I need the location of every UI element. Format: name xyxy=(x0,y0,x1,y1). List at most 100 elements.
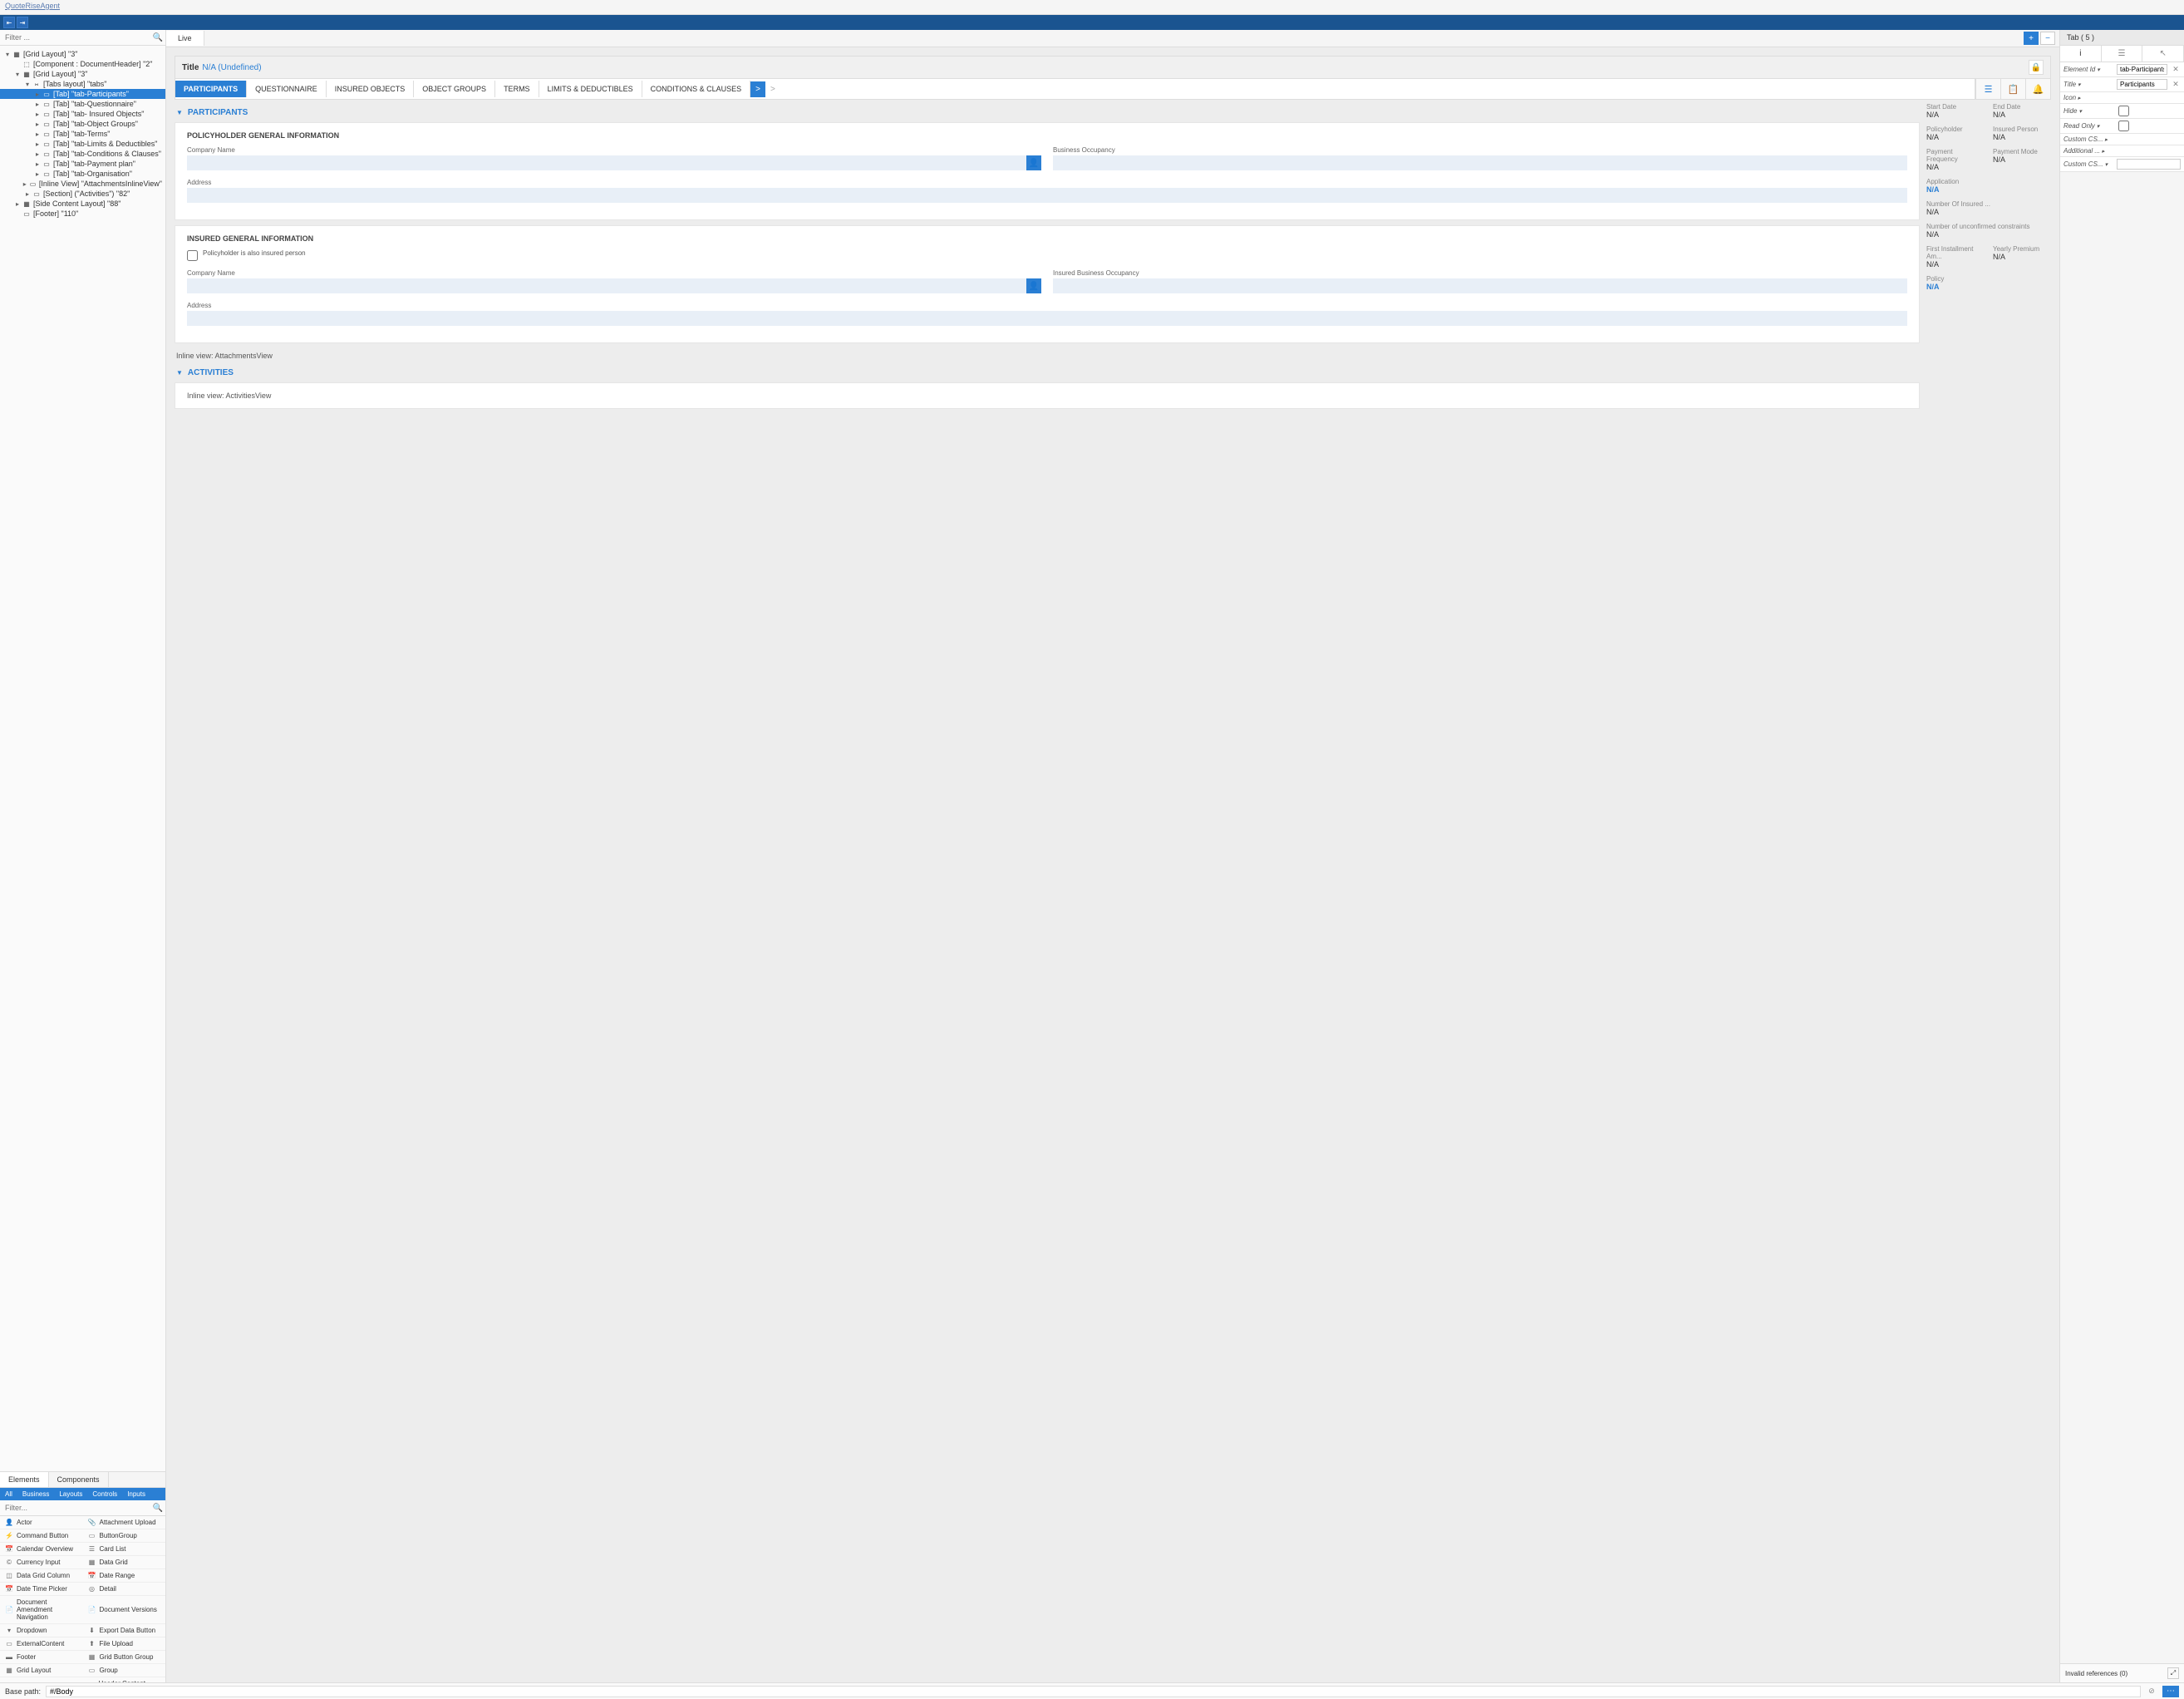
palette-item[interactable]: 📄Document Versions xyxy=(83,1596,166,1624)
tree-caret-icon[interactable]: ▸ xyxy=(33,111,42,118)
palette-item[interactable]: ▦Grid Button Group xyxy=(83,1651,166,1664)
tree-node[interactable]: ▾⑅[Tabs layout] "tabs" xyxy=(0,79,165,89)
person-picker-icon[interactable]: 👤 xyxy=(1026,155,1041,170)
application-value[interactable]: N/A xyxy=(1926,185,2051,194)
tree-node[interactable]: ▸▭[Tab] "tab-Object Groups" xyxy=(0,119,165,129)
doc-tab-conditions-clauses[interactable]: CONDITIONS & CLAUSES xyxy=(642,81,751,97)
palette-filter-input[interactable] xyxy=(2,1502,152,1514)
person-picker-icon[interactable]: 👤 xyxy=(1026,278,1041,293)
search-icon[interactable]: 🔍 xyxy=(152,32,164,43)
search-icon[interactable]: 🔍 xyxy=(152,1502,164,1514)
palette-item[interactable]: ◎Detail xyxy=(83,1583,166,1596)
clipboard-icon[interactable]: 📋 xyxy=(2000,79,2025,99)
palette-filter-layouts[interactable]: Layouts xyxy=(54,1488,87,1500)
insured-business-occupancy-input[interactable] xyxy=(1053,278,1907,293)
prop-custom-cs2-input[interactable] xyxy=(2117,159,2181,170)
palette-item[interactable]: ⬆File Upload xyxy=(83,1637,166,1651)
prop-hide-checkbox[interactable] xyxy=(2118,106,2129,116)
prop-readonly-checkbox[interactable] xyxy=(2118,121,2129,131)
tree-node[interactable]: ▸▭[Tab] "tab- Insured Objects" xyxy=(0,109,165,119)
palette-tab-elements[interactable]: Elements xyxy=(0,1472,49,1487)
tree-caret-icon[interactable]: ▾ xyxy=(23,81,32,88)
address-input[interactable] xyxy=(187,188,1907,203)
tree-node[interactable]: ▸▭[Tab] "tab-Terms" xyxy=(0,129,165,139)
company-name-input[interactable] xyxy=(187,155,1026,170)
palette-filter-inputs[interactable]: Inputs xyxy=(122,1488,150,1500)
palette-filter-business[interactable]: Business xyxy=(17,1488,54,1500)
palette-item[interactable]: ▦Data Grid xyxy=(83,1556,166,1569)
tree-node[interactable]: ▸▭[Tab] "tab-Participants" xyxy=(0,89,165,99)
tree-caret-icon[interactable]: ▸ xyxy=(33,140,42,148)
expand-icon[interactable]: ⤢ xyxy=(2167,1667,2179,1679)
remove-tab-button[interactable]: − xyxy=(2040,32,2055,45)
tree-node[interactable]: ▸▭[Tab] "tab-Questionnaire" xyxy=(0,99,165,109)
tree-caret-icon[interactable]: ▸ xyxy=(21,180,28,188)
tree-node[interactable]: ▸▭[Tab] "tab-Conditions & Clauses" xyxy=(0,149,165,159)
tree-caret-icon[interactable]: ▸ xyxy=(33,150,42,158)
palette-item[interactable]: ▭Group xyxy=(83,1664,166,1677)
tree-filter-input[interactable] xyxy=(2,32,152,43)
tree-node[interactable]: ▸▭[Section] ("Activities") "82" xyxy=(0,189,165,199)
doc-tab-questionnaire[interactable]: QUESTIONNAIRE xyxy=(247,81,327,97)
tree-node[interactable]: ▸▦[Side Content Layout] "88" xyxy=(0,199,165,209)
insured-address-input[interactable] xyxy=(187,311,1907,326)
palette-item[interactable]: ⚡Command Button xyxy=(0,1529,83,1543)
tree-caret-icon[interactable]: ▸ xyxy=(33,131,42,138)
palette-filter-controls[interactable]: Controls xyxy=(87,1488,122,1500)
doc-tab-limits-deductibles[interactable]: LIMITS & DEDUCTIBLES xyxy=(539,81,642,97)
tree-node[interactable]: ▸▭[Tab] "tab-Limits & Deductibles" xyxy=(0,139,165,149)
base-path-input[interactable] xyxy=(46,1686,2141,1697)
tree-caret-icon[interactable]: ▸ xyxy=(33,170,42,178)
doc-tab-terms[interactable]: TERMS xyxy=(495,81,539,97)
palette-item[interactable]: ◫Data Grid Column xyxy=(0,1569,83,1583)
tree-caret-icon[interactable]: ▸ xyxy=(13,200,22,208)
tree-caret-icon[interactable]: ▾ xyxy=(3,51,12,58)
palette-item[interactable]: ▦Grid Layout xyxy=(0,1664,83,1677)
clear-icon[interactable]: ✕ xyxy=(2171,65,2181,74)
tree-node[interactable]: ▾▦[Grid Layout] "3" xyxy=(0,69,165,79)
tree-caret-icon[interactable]: ▸ xyxy=(33,121,42,128)
tree-caret-icon[interactable]: ▸ xyxy=(33,101,42,108)
policy-value[interactable]: N/A xyxy=(1926,283,2051,291)
palette-item[interactable]: 📎Attachment Upload xyxy=(83,1516,166,1529)
tree-node[interactable]: ▸▭[Inline View] "AttachmentsInlineView" xyxy=(0,179,165,189)
lock-icon[interactable]: 🔒 xyxy=(2029,60,2044,75)
bell-icon[interactable]: 🔔 xyxy=(2025,79,2050,99)
business-occupancy-input[interactable] xyxy=(1053,155,1907,170)
clear-path-icon[interactable]: ⊘ xyxy=(2146,1686,2157,1697)
palette-item[interactable]: ▭ButtonGroup xyxy=(83,1529,166,1543)
tabs-next-button[interactable]: > xyxy=(765,81,780,97)
tree-node[interactable]: ▾▦[Grid Layout] "3" xyxy=(0,49,165,59)
tree-caret-icon[interactable]: ▸ xyxy=(33,160,42,168)
tree-caret-icon[interactable]: ▾ xyxy=(13,71,22,78)
palette-item[interactable]: 📅Date Range xyxy=(83,1569,166,1583)
breadcrumb-link[interactable]: QuoteRiseAgent xyxy=(5,2,60,10)
section-activities-header[interactable]: ▼ ACTIVITIES xyxy=(175,363,1920,382)
tree-node[interactable]: ▸▭[Tab] "tab-Payment plan" xyxy=(0,159,165,169)
tree-node[interactable]: ⬚[Component : DocumentHeader] "2" xyxy=(0,59,165,69)
palette-item[interactable]: 📅Calendar Overview xyxy=(0,1543,83,1556)
prop-element-id-input[interactable] xyxy=(2117,64,2167,75)
doc-tab-participants[interactable]: PARTICIPANTS xyxy=(175,81,247,97)
prop-tab-list[interactable]: ☰ xyxy=(2102,46,2143,62)
palette-item[interactable]: 📄Document Amendment Navigation xyxy=(0,1596,83,1624)
tree-caret-icon[interactable]: ▸ xyxy=(33,91,42,98)
palette-filter-all[interactable]: All xyxy=(0,1488,17,1500)
palette-item[interactable]: ▬Footer xyxy=(0,1651,83,1664)
palette-item[interactable]: ☰Card List xyxy=(83,1543,166,1556)
expand-right-icon[interactable]: ⇥ xyxy=(17,17,28,28)
insured-company-name-input[interactable] xyxy=(187,278,1026,293)
canvas-tab-live[interactable]: Live xyxy=(166,31,204,46)
prop-title-input[interactable] xyxy=(2117,79,2167,90)
palette-item[interactable]: ▾Dropdown xyxy=(0,1624,83,1637)
doc-tab-object-groups[interactable]: OBJECT GROUPS xyxy=(414,81,495,97)
prop-tab-cursor[interactable]: ↖ xyxy=(2142,46,2184,62)
palette-item[interactable]: ©Currency Input xyxy=(0,1556,83,1569)
tree-caret-icon[interactable]: ▸ xyxy=(23,190,32,198)
more-button[interactable]: ⋯ xyxy=(2162,1686,2179,1697)
tree-node[interactable]: ▭[Footer] "110" xyxy=(0,209,165,219)
palette-item[interactable]: ⬇Export Data Button xyxy=(83,1624,166,1637)
tree-node[interactable]: ▸▭[Tab] "tab-Organisation" xyxy=(0,169,165,179)
expand-left-icon[interactable]: ⇤ xyxy=(3,17,15,28)
doc-tab-insured-objects[interactable]: INSURED OBJECTS xyxy=(327,81,415,97)
